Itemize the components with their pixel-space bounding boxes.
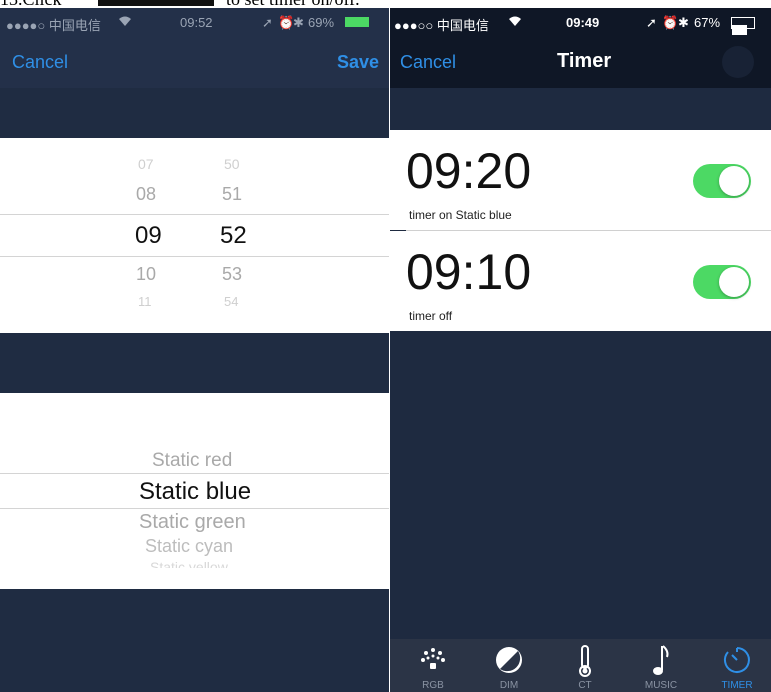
- timer-toggle[interactable]: [693, 164, 751, 198]
- spacer-band: [0, 333, 389, 393]
- hour-item[interactable]: 08: [136, 184, 156, 205]
- right-screen-timer: ●●●○○ 中国电信 09:49 ➚ ⏰ ✱ 67% Cancel Timer …: [390, 8, 771, 692]
- timer-row[interactable]: 09:20 timer on Static blue: [390, 130, 771, 230]
- hour-item-selected[interactable]: 09: [135, 222, 162, 250]
- caption-text: 13.Click: [0, 0, 62, 8]
- rgb-icon: [418, 645, 448, 680]
- minute-item[interactable]: 51: [222, 184, 242, 205]
- minute-item[interactable]: 53: [222, 264, 242, 285]
- timer-row[interactable]: 09:10 timer off: [390, 231, 771, 331]
- thermometer-icon: [575, 645, 595, 682]
- selection-line-bottom: [0, 508, 389, 509]
- spacer-band: [0, 589, 389, 692]
- wifi-icon: [118, 15, 132, 30]
- bluetooth-icon: ✱: [678, 15, 689, 30]
- timer-time: 09:20: [406, 143, 532, 199]
- minute-item[interactable]: 50: [224, 156, 240, 172]
- battery-percent: 67%: [694, 15, 721, 30]
- spacer-band: [0, 88, 389, 138]
- timer-time: 09:10: [406, 244, 532, 300]
- tab-label: MUSIC: [644, 680, 678, 691]
- tab-label: RGB: [422, 680, 444, 691]
- location-icon: ➚: [262, 15, 273, 30]
- bluetooth-icon: ✱: [293, 15, 304, 30]
- time-picker[interactable]: 07 08 09 10 11 50 51 52 53 54: [0, 138, 389, 333]
- battery-percent: 69%: [308, 15, 335, 30]
- left-screen-picker: ●●●●○ 中国电信 09:52 ➚ ⏰ ✱ 69% Cancel Save 0…: [0, 8, 389, 692]
- status-bar: ●●●●○ 中国电信 09:52 ➚ ⏰ ✱ 69%: [0, 8, 389, 36]
- caption-text-2: to set timer on/off.: [226, 0, 360, 8]
- cancel-button[interactable]: Cancel: [12, 52, 68, 73]
- status-time: 09:49: [566, 15, 600, 30]
- wifi-icon: [508, 15, 522, 30]
- page-title: Timer: [557, 50, 612, 72]
- music-note-icon: [651, 645, 671, 682]
- status-time: 09:52: [180, 15, 213, 30]
- mode-item[interactable]: Static yellow: [150, 559, 228, 568]
- selection-line-top: [0, 214, 389, 215]
- mode-item[interactable]: Static cyan: [145, 536, 233, 557]
- carrier-text: ●●●○○ 中国电信: [394, 18, 489, 33]
- minute-item[interactable]: 54: [224, 294, 238, 309]
- tab-label: DIM: [499, 680, 519, 691]
- alarm-icon: ⏰: [278, 15, 295, 30]
- caption-button-image: [98, 0, 214, 6]
- mode-item[interactable]: Static green: [139, 511, 246, 534]
- minute-item-selected[interactable]: 52: [220, 222, 247, 250]
- battery-icon: [345, 17, 369, 27]
- tab-ct[interactable]: CT: [547, 639, 623, 692]
- mode-picker[interactable]: Static red Static blue Static green Stat…: [0, 393, 389, 589]
- selection-line-bottom: [0, 256, 389, 257]
- cancel-button[interactable]: Cancel: [400, 52, 456, 73]
- mode-item-selected[interactable]: Static blue: [139, 478, 251, 506]
- timer-label: timer off: [409, 309, 453, 323]
- tab-label: CT: [578, 680, 592, 691]
- timer-icon: [722, 645, 752, 680]
- tab-timer[interactable]: TIMER: [699, 639, 771, 692]
- alarm-icon: ⏰: [662, 15, 679, 30]
- tab-rgb[interactable]: RGB: [395, 639, 471, 692]
- save-button[interactable]: Save: [337, 52, 379, 73]
- status-bar: ●●●○○ 中国电信 09:49 ➚ ⏰ ✱ 67%: [390, 8, 771, 36]
- toggle-knob: [719, 166, 749, 196]
- spacer-band: [390, 88, 771, 130]
- tab-music[interactable]: MUSIC: [623, 639, 699, 692]
- tab-bar: RGB DIM CT MUSIC TIMER: [390, 639, 771, 692]
- add-button[interactable]: [722, 46, 754, 78]
- tab-label: TIMER: [721, 680, 753, 691]
- location-icon: ➚: [646, 15, 657, 30]
- toggle-knob: [719, 267, 749, 297]
- timer-label: timer on Static blue: [409, 208, 512, 222]
- mode-item[interactable]: Static red: [152, 450, 232, 472]
- battery-icon: [731, 17, 755, 35]
- hour-item[interactable]: 10: [136, 264, 156, 285]
- carrier-text: ●●●●○ 中国电信: [6, 18, 101, 33]
- selection-line-top: [0, 473, 389, 474]
- hour-item[interactable]: 07: [138, 156, 154, 172]
- tab-dim[interactable]: DIM: [471, 639, 547, 692]
- instruction-caption: 13.Click to set timer on/off.: [0, 0, 771, 8]
- timer-toggle[interactable]: [693, 265, 751, 299]
- hour-item[interactable]: 11: [138, 294, 152, 309]
- dim-icon: [494, 645, 524, 680]
